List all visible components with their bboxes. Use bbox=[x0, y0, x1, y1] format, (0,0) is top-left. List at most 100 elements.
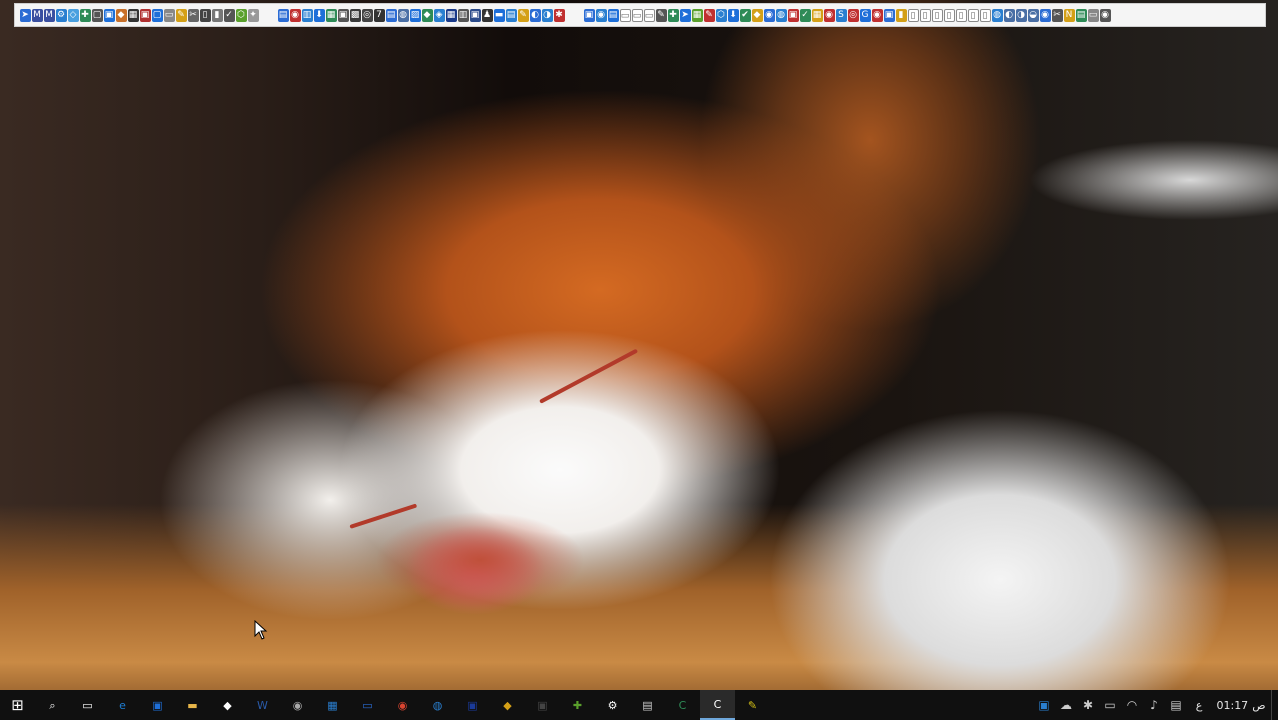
wifi-icon[interactable]: ◠ bbox=[1121, 690, 1143, 720]
app-icon-30[interactable]: ▤ bbox=[385, 8, 397, 22]
app-icon-15[interactable]: ✂ bbox=[187, 8, 199, 22]
app-icon-4[interactable]: ⚙ bbox=[55, 8, 67, 22]
app-icon-48[interactable]: ▭ bbox=[619, 8, 631, 22]
app-icon-17[interactable]: ▮ bbox=[211, 8, 223, 22]
app-icon-18[interactable]: ✓ bbox=[223, 8, 235, 22]
app-icon-67[interactable]: ◎ bbox=[847, 8, 859, 22]
app-icon-88[interactable]: ◉ bbox=[1099, 8, 1111, 22]
app-icon-29[interactable]: 7 bbox=[373, 8, 385, 22]
app-icon-52[interactable]: ✚ bbox=[667, 8, 679, 22]
app-icon-82[interactable]: ◒ bbox=[1027, 8, 1039, 22]
app-icon-85[interactable]: N bbox=[1063, 8, 1075, 22]
app-icon-58[interactable]: ✔ bbox=[739, 8, 751, 22]
app-icon-49[interactable]: ▭ bbox=[631, 8, 643, 22]
app-icon-31[interactable]: ◍ bbox=[397, 8, 409, 22]
app-icon-55[interactable]: ✎ bbox=[703, 8, 715, 22]
app-icon-35[interactable]: ▦ bbox=[445, 8, 457, 22]
app-icon-14[interactable]: ✎ bbox=[175, 8, 187, 22]
settings-gear-taskbar-button[interactable]: ⚙ bbox=[595, 690, 630, 720]
bluetooth-icon[interactable]: ✱ bbox=[1077, 690, 1099, 720]
task-view-taskbar-button[interactable]: ▭ bbox=[70, 690, 105, 720]
app-icon-46[interactable]: ◉ bbox=[595, 8, 607, 22]
app-icon-63[interactable]: ✓ bbox=[799, 8, 811, 22]
green-app-taskbar-button[interactable]: C bbox=[665, 690, 700, 720]
app-icon-41[interactable]: ✎ bbox=[517, 8, 529, 22]
app-icon-27[interactable]: ▩ bbox=[349, 8, 361, 22]
app-icon-81[interactable]: ◑ bbox=[1015, 8, 1027, 22]
app-icon-3[interactable]: M bbox=[43, 8, 55, 22]
app-icon-72[interactable]: ▯ bbox=[907, 8, 919, 22]
media-app-taskbar-button[interactable]: ▣ bbox=[140, 690, 175, 720]
app-icon-51[interactable]: ✎ bbox=[655, 8, 667, 22]
app-icon-8[interactable]: ▣ bbox=[103, 8, 115, 22]
app-icon-62[interactable]: ▣ bbox=[787, 8, 799, 22]
app-icon-79[interactable]: ◍ bbox=[991, 8, 1003, 22]
app-icon-43[interactable]: ◑ bbox=[541, 8, 553, 22]
app-icon-45[interactable]: ▣ bbox=[583, 8, 595, 22]
app-icon-9[interactable]: ◆ bbox=[115, 8, 127, 22]
app-icon-56[interactable]: ⬡ bbox=[715, 8, 727, 22]
app-icon-40[interactable]: ▤ bbox=[505, 8, 517, 22]
battery-icon[interactable]: ▭ bbox=[1099, 690, 1121, 720]
app-icon-60[interactable]: ◉ bbox=[763, 8, 775, 22]
app-icon-50[interactable]: ▭ bbox=[643, 8, 655, 22]
app-icon-26[interactable]: ▣ bbox=[337, 8, 349, 22]
app-icon-64[interactable]: ▦ bbox=[811, 8, 823, 22]
chrome-taskbar-button[interactable]: ◉ bbox=[385, 690, 420, 720]
app-icon-75[interactable]: ▯ bbox=[943, 8, 955, 22]
app-icon-86[interactable]: ▤ bbox=[1075, 8, 1087, 22]
calculator-app-taskbar-button[interactable]: ▦ bbox=[315, 690, 350, 720]
volume-icon[interactable]: ♪ bbox=[1143, 690, 1165, 720]
user-app-taskbar-button[interactable]: ◉ bbox=[280, 690, 315, 720]
show-desktop-button[interactable] bbox=[1271, 690, 1278, 720]
word-app-taskbar-button[interactable]: W bbox=[245, 690, 280, 720]
input-language-indicator[interactable]: ع bbox=[1187, 690, 1211, 720]
app-icon-36[interactable]: ▥ bbox=[457, 8, 469, 22]
search-taskbar-button[interactable]: ⌕ bbox=[35, 690, 70, 720]
tray-app-icon[interactable]: ▣ bbox=[1033, 690, 1055, 720]
blue-app-taskbar-button[interactable]: ▣ bbox=[455, 690, 490, 720]
app-icon-22[interactable]: ◉ bbox=[289, 8, 301, 22]
app-icon-76[interactable]: ▯ bbox=[955, 8, 967, 22]
app-icon-32[interactable]: ▨ bbox=[409, 8, 421, 22]
app-icon-42[interactable]: ◐ bbox=[529, 8, 541, 22]
app-icon-19[interactable]: ⬡ bbox=[235, 8, 247, 22]
app-icon-10[interactable]: ▦ bbox=[127, 8, 139, 22]
app-icon-44[interactable]: ✱ bbox=[553, 8, 565, 22]
tools-app-taskbar-button[interactable]: ✚ bbox=[560, 690, 595, 720]
app-icon-71[interactable]: ▮ bbox=[895, 8, 907, 22]
app-icon-28[interactable]: ◎ bbox=[361, 8, 373, 22]
app-icon-23[interactable]: ▥ bbox=[301, 8, 313, 22]
app-icon-33[interactable]: ◆ bbox=[421, 8, 433, 22]
app-icon-12[interactable]: ▢ bbox=[151, 8, 163, 22]
app-icon-54[interactable]: ▦ bbox=[691, 8, 703, 22]
app-icon-78[interactable]: ▯ bbox=[979, 8, 991, 22]
app-icon-61[interactable]: ◍ bbox=[775, 8, 787, 22]
app-icon-59[interactable]: ◆ bbox=[751, 8, 763, 22]
package-app-taskbar-button[interactable]: ◆ bbox=[490, 690, 525, 720]
app-icon-25[interactable]: ▦ bbox=[325, 8, 337, 22]
app-icon-70[interactable]: ▣ bbox=[883, 8, 895, 22]
store-taskbar-button[interactable]: ◆ bbox=[210, 690, 245, 720]
app-icon-39[interactable]: ▬ bbox=[493, 8, 505, 22]
app-icon-83[interactable]: ◉ bbox=[1039, 8, 1051, 22]
app-icon-53[interactable]: ➤ bbox=[679, 8, 691, 22]
action-center-icon[interactable]: ▤ bbox=[1165, 690, 1187, 720]
app-icon-24[interactable]: ⬇ bbox=[313, 8, 325, 22]
sync-app-taskbar-button[interactable]: ◍ bbox=[420, 690, 455, 720]
app-icon-47[interactable]: ▤ bbox=[607, 8, 619, 22]
app-icon-74[interactable]: ▯ bbox=[931, 8, 943, 22]
app-icon-73[interactable]: ▯ bbox=[919, 8, 931, 22]
app-icon-68[interactable]: G bbox=[859, 8, 871, 22]
app-icon-5[interactable]: ◇ bbox=[67, 8, 79, 22]
app-icon-37[interactable]: ▣ bbox=[469, 8, 481, 22]
app-icon-16[interactable]: ▯ bbox=[199, 8, 211, 22]
app-icon-65[interactable]: ◉ bbox=[823, 8, 835, 22]
onedrive-cloud-icon[interactable]: ☁ bbox=[1055, 690, 1077, 720]
app-icon-6[interactable]: ✚ bbox=[79, 8, 91, 22]
app-icon-66[interactable]: S bbox=[835, 8, 847, 22]
app-icon-87[interactable]: ▭ bbox=[1087, 8, 1099, 22]
app-icon-34[interactable]: ◈ bbox=[433, 8, 445, 22]
start-button[interactable]: ⊞ bbox=[0, 690, 35, 720]
app-icon-77[interactable]: ▯ bbox=[967, 8, 979, 22]
